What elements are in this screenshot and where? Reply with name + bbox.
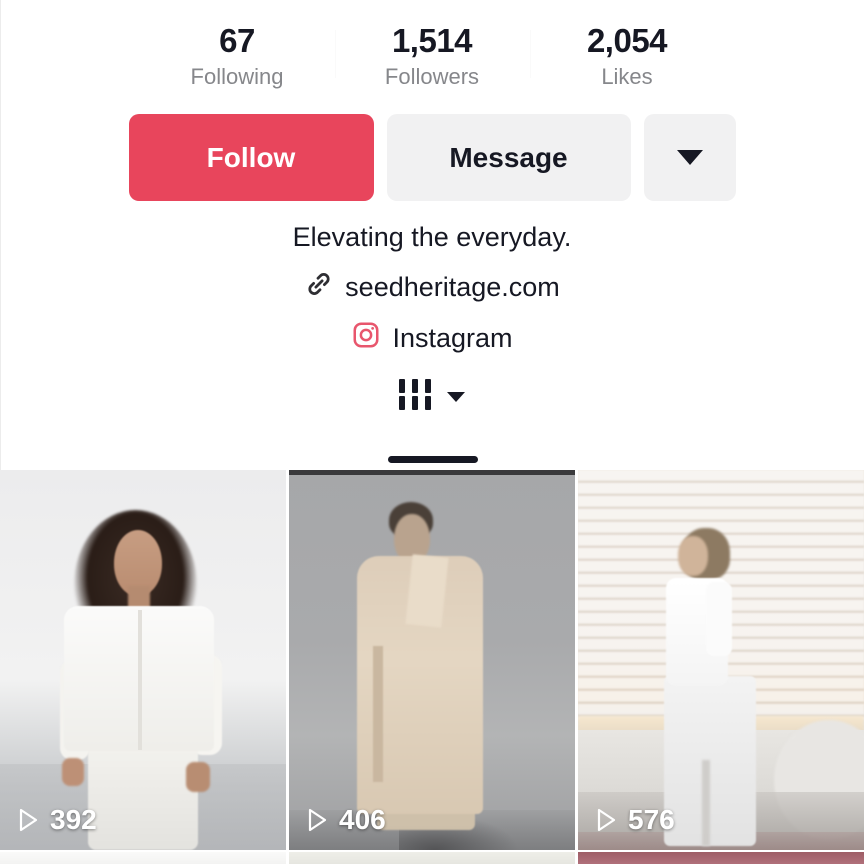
thumbnail-3-image	[578, 470, 864, 850]
message-button[interactable]: Message	[386, 114, 631, 202]
chevron-down-icon	[676, 150, 703, 166]
video-thumbnail-3[interactable]: 576	[578, 470, 864, 850]
likes-count: 2,054	[586, 22, 668, 59]
profile-instagram-link[interactable]: Instagram	[0, 320, 864, 357]
thumbnail-1-image	[0, 470, 286, 850]
view-count-1: 392	[16, 804, 97, 836]
more-options-button[interactable]	[643, 114, 736, 202]
stat-following[interactable]: 67 Following	[140, 22, 335, 90]
followers-count: 1,514	[391, 22, 473, 59]
thumbnail-2-image	[289, 470, 575, 850]
play-icon	[16, 807, 40, 833]
view-count-3: 576	[594, 804, 675, 836]
profile-website-link[interactable]: seedheritage.com	[0, 269, 864, 306]
follow-button[interactable]: Follow	[128, 114, 374, 202]
next-thumbnail-3[interactable]	[578, 852, 864, 864]
instagram-label: Instagram	[392, 323, 513, 354]
following-label: Following	[190, 63, 284, 89]
video-thumbnail-2[interactable]: 406	[289, 470, 575, 850]
profile-tabs	[0, 379, 864, 422]
instagram-icon	[351, 320, 381, 357]
view-count-1-value: 392	[50, 804, 97, 835]
play-icon	[305, 807, 329, 833]
video-thumbnail-1[interactable]: 392	[0, 470, 286, 850]
followers-label: Followers	[384, 63, 480, 89]
active-tab-indicator	[388, 456, 478, 463]
view-count-3-value: 576	[628, 804, 675, 835]
tiktok-profile-screen: 67 Following 1,514 Followers 2,054 Likes…	[0, 0, 864, 864]
view-count-2: 406	[305, 804, 386, 836]
next-video-row-peek	[0, 852, 864, 864]
next-thumbnail-2[interactable]	[289, 852, 575, 864]
following-count: 67	[219, 22, 255, 59]
profile-stats-row: 67 Following 1,514 Followers 2,054 Likes	[0, 0, 864, 90]
next-thumbnail-1[interactable]	[0, 852, 286, 864]
stat-followers[interactable]: 1,514 Followers	[334, 22, 530, 90]
video-grid: 392 406 576	[0, 470, 864, 864]
stat-likes[interactable]: 2,054 Likes	[529, 22, 725, 90]
likes-label: Likes	[601, 63, 653, 89]
play-icon	[594, 807, 618, 833]
profile-action-buttons: Follow Message	[0, 114, 864, 202]
website-label: seedheritage.com	[345, 272, 560, 303]
view-count-2-value: 406	[339, 804, 386, 835]
chevron-down-icon[interactable]	[447, 391, 465, 402]
tab-videos[interactable]	[387, 379, 477, 422]
link-icon	[304, 269, 334, 306]
grid-icon	[399, 379, 431, 411]
profile-bio: Elevating the everyday.	[292, 222, 572, 253]
